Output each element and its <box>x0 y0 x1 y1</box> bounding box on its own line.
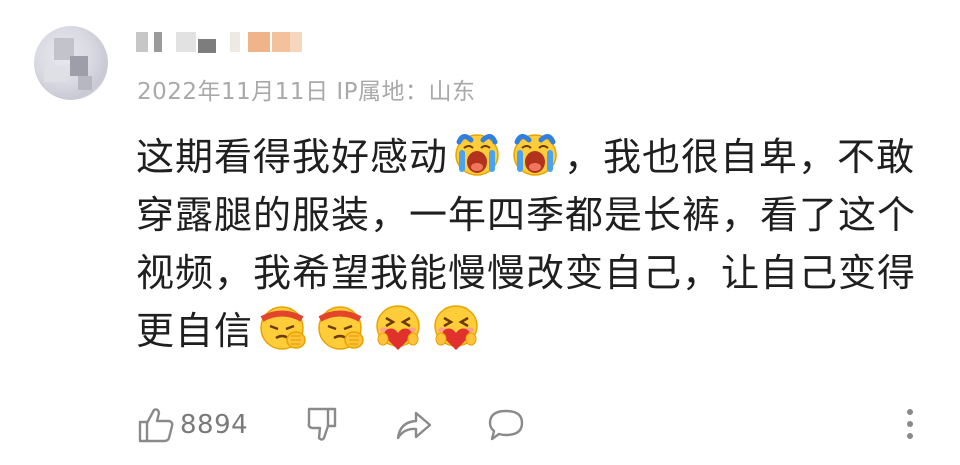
action-bar: 8894 <box>136 400 936 450</box>
dislike-button[interactable] <box>304 406 342 444</box>
comment-line-1: 这期看得我好感动 ，我也很自卑，不敢 <box>136 128 926 186</box>
like-count: 8894 <box>180 410 249 440</box>
more-options-button[interactable] <box>904 406 916 442</box>
crying-emoji <box>509 128 561 178</box>
share-button[interactable] <box>394 406 434 444</box>
thumbs-down-icon <box>304 406 342 444</box>
comment-text: 这期看得我好感动 ，我也很自卑，不敢 穿露腿的服装，一年四季都是长裤，看了这个 … <box>136 128 926 360</box>
share-icon <box>394 406 434 444</box>
comment-button[interactable] <box>486 406 526 444</box>
determined-fist-emoji <box>256 302 308 352</box>
comment-line-4: 更自信 <box>136 302 926 360</box>
crying-emoji <box>451 128 503 178</box>
heart-hug-emoji <box>372 302 424 352</box>
comment-line-3: 视频，我希望我能慢慢改变自己，让自己变得 <box>136 251 917 295</box>
comment-line-2: 穿露腿的服装，一年四季都是长裤，看了这个 <box>136 193 917 237</box>
determined-fist-emoji <box>314 302 366 352</box>
more-icon <box>904 406 916 442</box>
username-blurred[interactable] <box>136 30 326 54</box>
thumbs-up-icon <box>136 406 176 444</box>
heart-hug-emoji <box>430 302 482 352</box>
user-avatar[interactable] <box>34 26 108 100</box>
like-button[interactable]: 8894 <box>136 406 248 444</box>
comment-meta: 2022年11月11日 IP属地：山东 <box>137 79 476 105</box>
comment-icon <box>486 406 526 444</box>
